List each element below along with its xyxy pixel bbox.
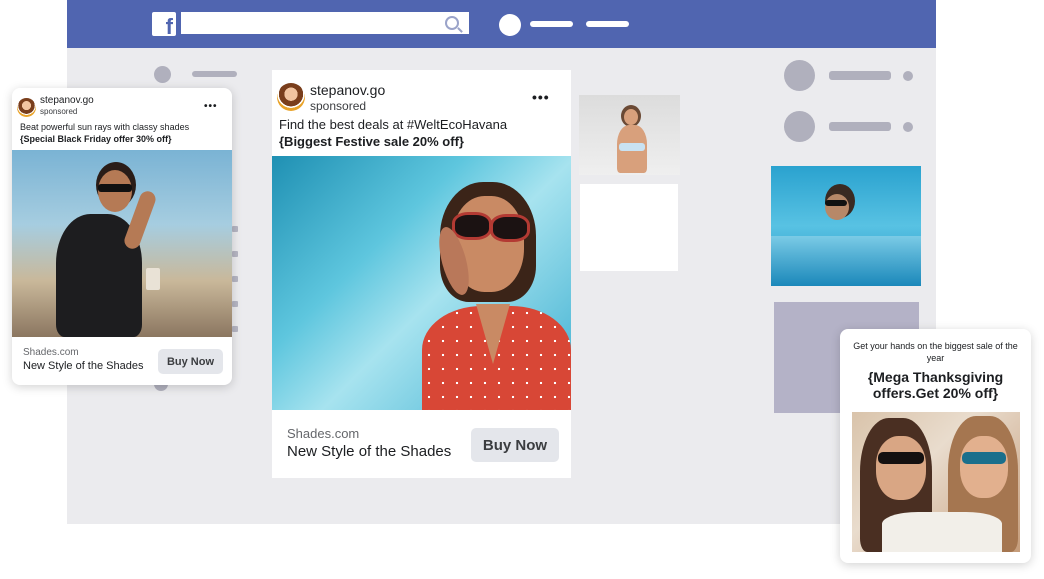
- more-options-icon[interactable]: •••: [532, 90, 550, 104]
- sidebar-tick-placeholder: [232, 226, 238, 232]
- woman2-sunglasses-shape: [962, 452, 1006, 464]
- contact-status-placeholder: [903, 122, 913, 132]
- sidebar-tick-placeholder: [232, 301, 238, 307]
- account-name[interactable]: stepanov.go: [310, 82, 385, 98]
- account-avatar[interactable]: [17, 98, 36, 117]
- buy-now-button[interactable]: Buy Now: [471, 428, 559, 462]
- feed-thumbnail-pool[interactable]: [771, 166, 921, 286]
- sponsored-label: sponsored: [310, 99, 367, 113]
- contact-avatar-placeholder: [784, 60, 815, 91]
- nav-link-placeholder[interactable]: [530, 21, 573, 27]
- account-name[interactable]: stepanov.go: [40, 95, 94, 106]
- nav-link-placeholder[interactable]: [586, 21, 629, 27]
- post-image-man-sunglasses[interactable]: [12, 150, 232, 337]
- post-image-woman-sunglasses[interactable]: [272, 156, 571, 410]
- coffee-cup-shape: [146, 268, 160, 290]
- sidebar-tick-placeholder: [232, 276, 238, 282]
- feed-thumbnail-empty[interactable]: [580, 184, 678, 271]
- sidebar-tick-placeholder: [232, 251, 238, 257]
- ad-domain[interactable]: Shades.com: [23, 347, 79, 358]
- contact-avatar-placeholder: [784, 111, 815, 142]
- post-text-line1: Find the best deals at #WeltEcoHavana: [279, 117, 508, 132]
- woman1-sunglasses-shape: [878, 452, 924, 464]
- right-sponsored-story[interactable]: Get your hands on the biggest sale of th…: [840, 329, 1031, 563]
- sponsored-label: sponsored: [40, 107, 78, 116]
- man-sunglasses-shape: [98, 184, 132, 192]
- ad-headline[interactable]: New Style of the Shades: [23, 360, 143, 372]
- bikini-shape: [619, 143, 645, 151]
- swimmer-sunglasses-shape: [825, 200, 847, 206]
- woman2-face-shape: [960, 436, 1008, 498]
- search-input[interactable]: [181, 12, 469, 34]
- story-image-two-women[interactable]: [852, 412, 1020, 552]
- sidebar-text-placeholder: [192, 71, 237, 77]
- feed-thumbnail-bikini[interactable]: [579, 95, 680, 175]
- left-lens-shape: [452, 212, 492, 240]
- water-ripple-shape: [771, 236, 921, 286]
- post-text-line1: Beat powerful sun rays with classy shade…: [20, 122, 190, 132]
- post-text-line2: {Biggest Festive sale 20% off}: [279, 134, 464, 149]
- search-icon[interactable]: [445, 16, 459, 30]
- right-lens-shape: [490, 214, 530, 242]
- shirts-shape: [882, 512, 1002, 552]
- profile-nav-avatar[interactable]: [499, 14, 521, 36]
- contact-status-placeholder: [903, 71, 913, 81]
- account-avatar[interactable]: [277, 83, 305, 111]
- main-sponsored-post[interactable]: stepanov.go sponsored ••• Find the best …: [272, 70, 571, 478]
- facebook-logo-letter: f: [165, 14, 173, 39]
- story-intro-text: Get your hands on the biggest sale of th…: [853, 341, 1018, 363]
- woman1-face-shape: [876, 436, 926, 500]
- more-options-icon[interactable]: •••: [204, 102, 218, 112]
- story-headline: {Mega Thanksgiving offers.Get 20% off}: [867, 369, 1004, 401]
- sidebar-avatar-placeholder: [154, 66, 171, 83]
- left-sponsored-post[interactable]: stepanov.go sponsored ••• Beat powerful …: [12, 88, 232, 385]
- contact-name-placeholder: [829, 71, 891, 80]
- facebook-logo-icon[interactable]: f: [152, 12, 176, 39]
- ad-domain[interactable]: Shades.com: [287, 426, 359, 441]
- woman-face-shape: [624, 109, 638, 125]
- sidebar-tick-placeholder: [232, 326, 238, 332]
- ad-headline[interactable]: New Style of the Shades: [287, 443, 451, 460]
- swimmer-face-shape: [825, 194, 849, 220]
- buy-now-button[interactable]: Buy Now: [158, 349, 223, 374]
- post-text-line2: {Special Black Friday offer 30% off}: [20, 134, 172, 144]
- contact-name-placeholder: [829, 122, 891, 131]
